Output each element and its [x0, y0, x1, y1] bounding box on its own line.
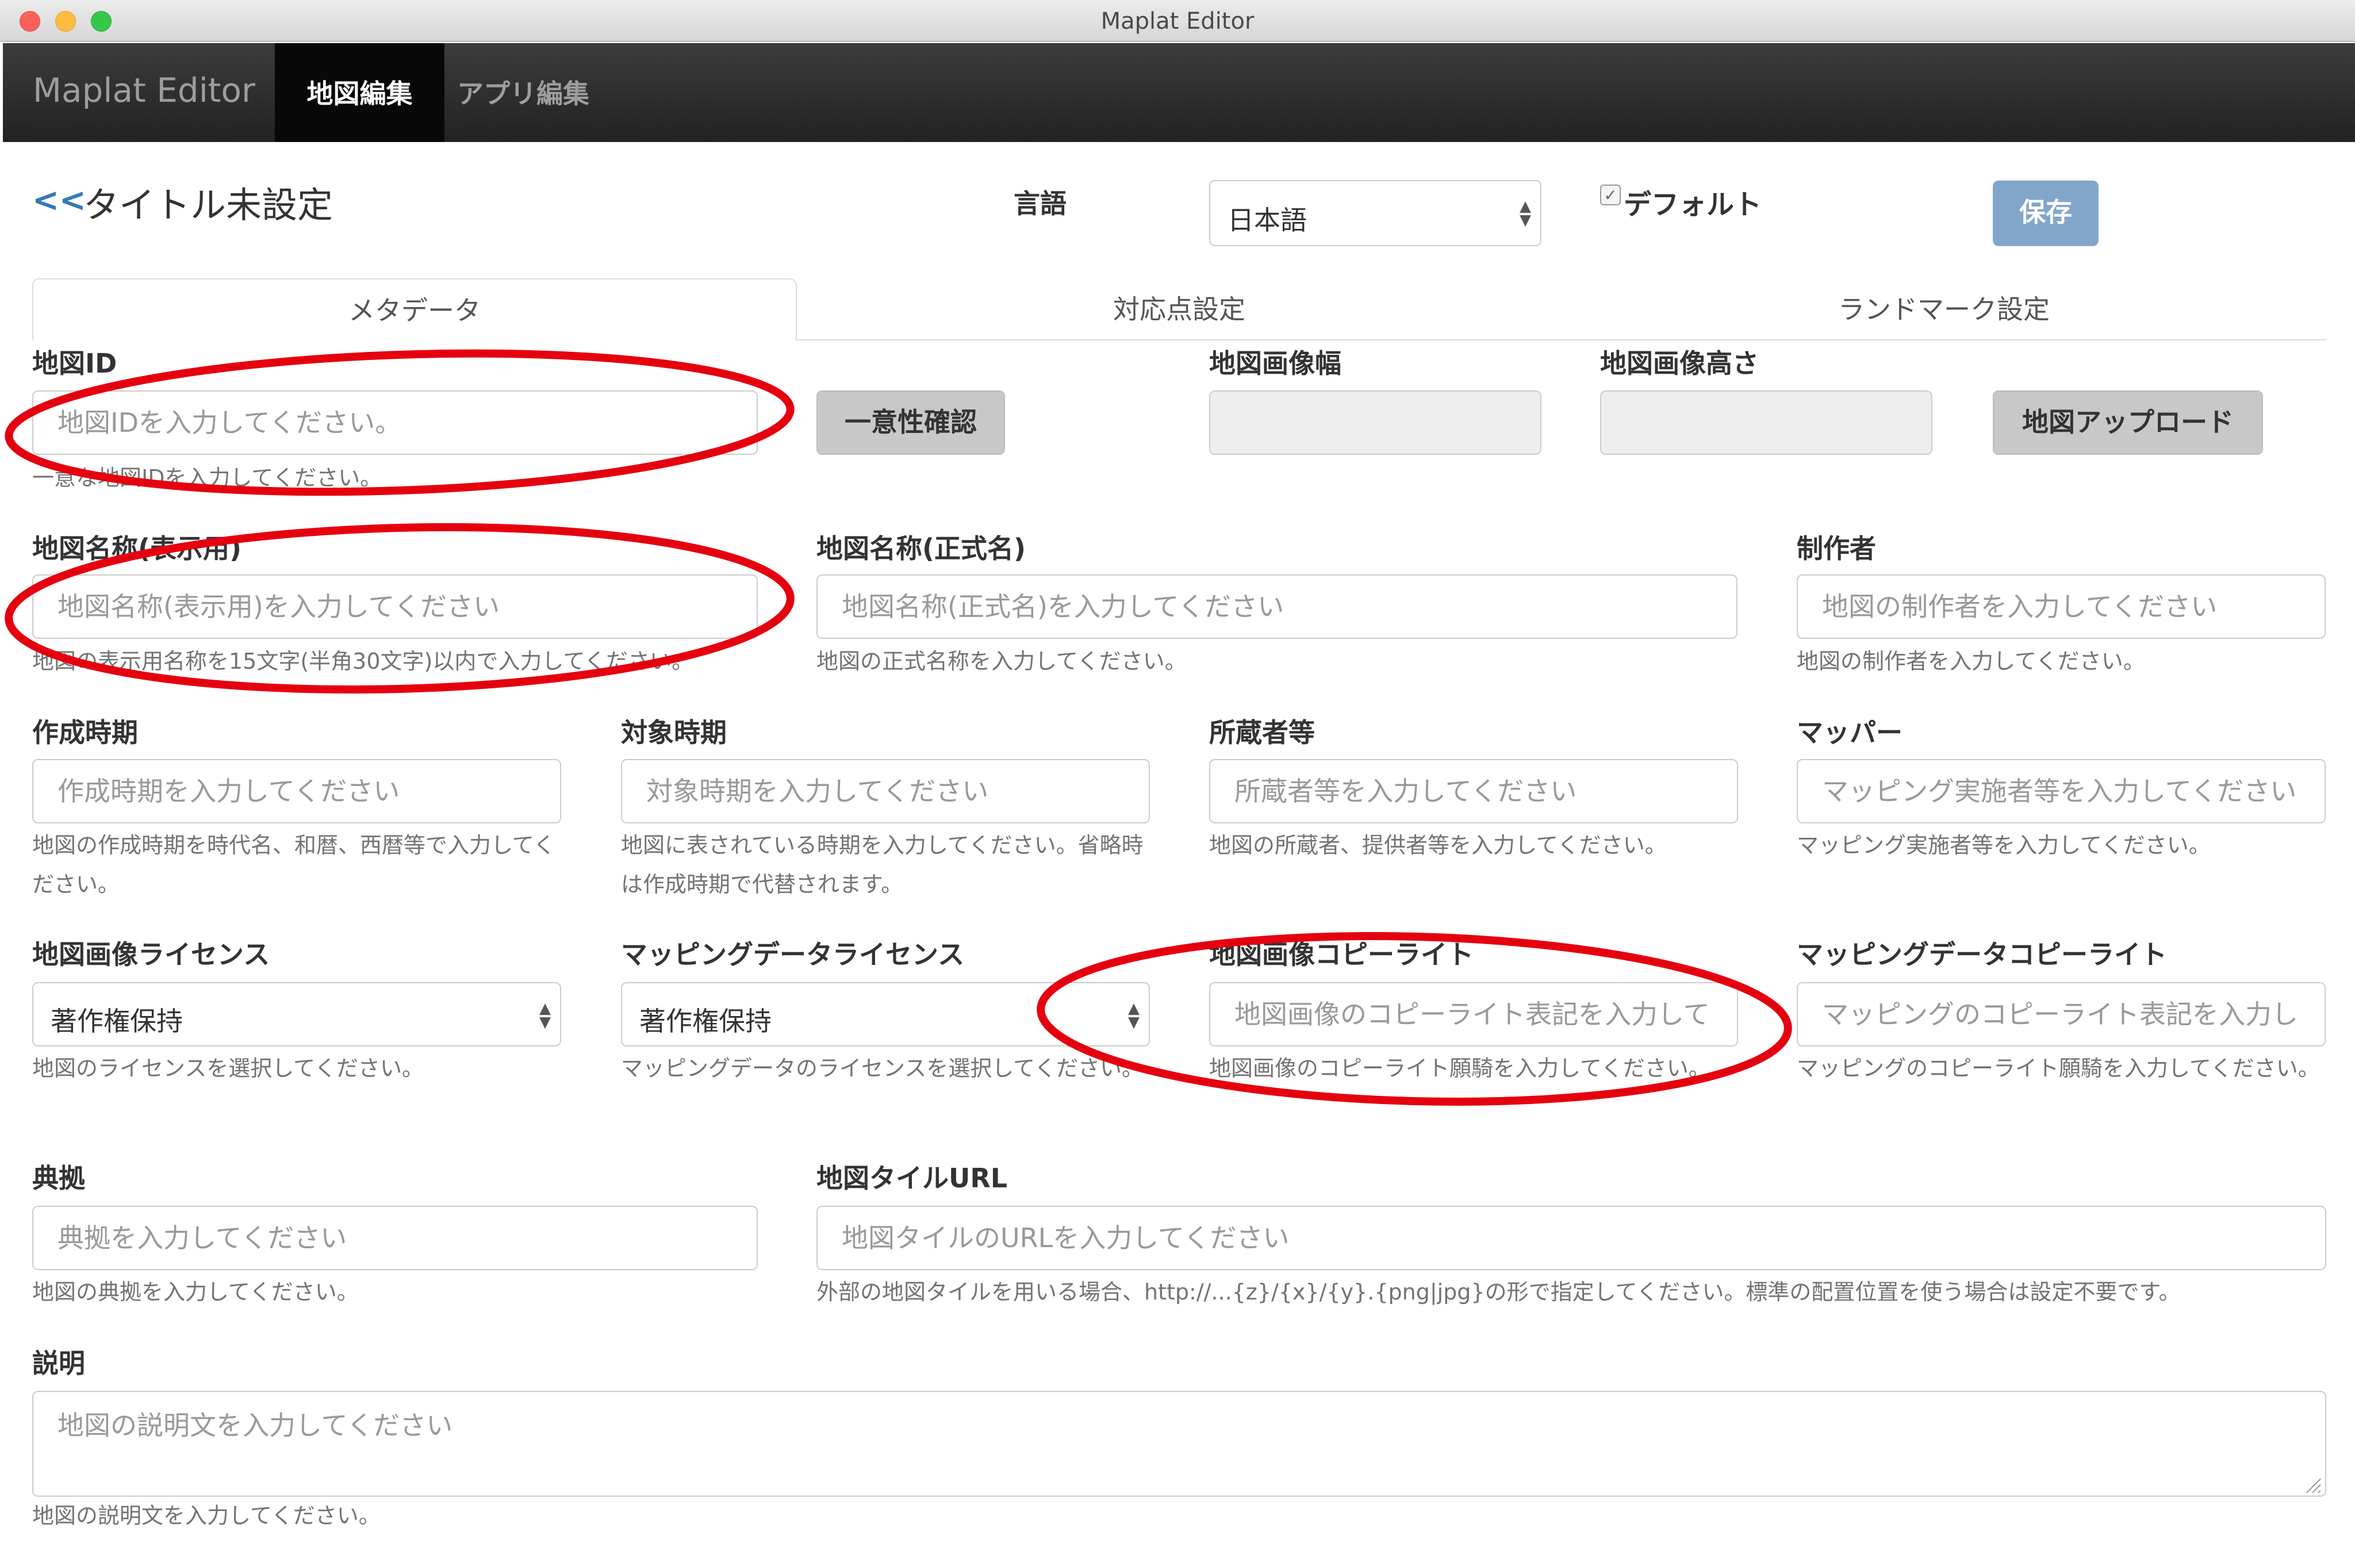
default-label: デフォルト	[1624, 189, 1762, 221]
mapper-help: マッピング実施者等を入力してください。	[1797, 833, 2211, 858]
image-license-help: 地図のライセンスを選択してください。	[32, 1056, 424, 1081]
unique-check-button[interactable]: 一意性確認	[816, 390, 1005, 455]
display-name-input[interactable]: 地図名称(表示用)を入力してください	[32, 574, 758, 639]
data-license-select[interactable]: 著作権保持 ▲ ▼	[621, 982, 1150, 1046]
map-id-label: 地図ID	[32, 348, 117, 379]
select-arrows-icon: ▲ ▼	[1520, 198, 1531, 229]
mapper-input[interactable]: マッピング実施者等を入力してください	[1797, 759, 2326, 823]
map-id-input[interactable]: 地図IDを入力してください。	[32, 390, 758, 455]
era-label: 対象時期	[621, 717, 727, 748]
tab-landmark-settings[interactable]: ランドマーク設定	[1562, 278, 2326, 340]
image-height-label: 地図画像高さ	[1600, 348, 1759, 379]
created-at-label: 作成時期	[32, 717, 138, 748]
save-button[interactable]: 保存	[1993, 181, 2099, 246]
data-copyright-help: マッピングのコピーライト願騎を入力してください。	[1797, 1056, 2320, 1081]
map-upload-button[interactable]: 地図アップロード	[1993, 390, 2263, 455]
description-label: 説明	[32, 1348, 85, 1379]
owner-input[interactable]: 所蔵者等を入力してください	[1209, 759, 1738, 823]
tab-divider	[797, 339, 2326, 340]
nav-item-label: 地図編集	[306, 78, 413, 109]
era-input[interactable]: 対象時期を入力してください	[621, 759, 1150, 823]
data-license-help: マッピングデータのライセンスを選択してください。	[621, 1056, 1144, 1081]
tile-url-help: 外部の地図タイルを用いる場合、http://...{z}/{x}/{y}.{pn…	[816, 1279, 2181, 1305]
map-id-help: 一意な地図IDを入力してください。	[32, 465, 382, 490]
official-name-input[interactable]: 地図名称(正式名)を入力してください	[816, 574, 1738, 639]
tab-gcp-settings[interactable]: 対応点設定	[797, 278, 1562, 340]
select-arrows-icon: ▲ ▼	[1128, 1000, 1140, 1031]
owner-help: 地図の所蔵者、提供者等を入力してください。	[1209, 833, 1667, 858]
description-textarea[interactable]: 地図の説明文を入力してください	[32, 1391, 2326, 1497]
nav-item-app-edit[interactable]: アプリ編集	[457, 73, 589, 111]
image-width-label: 地図画像幅	[1209, 348, 1341, 379]
tab-metadata[interactable]: メタデータ	[32, 278, 797, 340]
display-name-label: 地図名称(表示用)	[32, 533, 242, 564]
language-label: 言語	[1014, 188, 1067, 219]
data-copyright-label: マッピングデータコピーライト	[1797, 939, 2167, 970]
image-license-label: 地図画像ライセンス	[32, 939, 270, 970]
nav-item-map-edit[interactable]: 地図編集	[275, 43, 444, 142]
created-at-help: 地図の作成時期を時代名、和暦、西暦等で入力してください。	[32, 833, 555, 897]
image-height-input[interactable]	[1600, 390, 1932, 455]
tile-url-label: 地図タイルURL	[816, 1163, 1008, 1194]
image-license-select[interactable]: 著作権保持 ▲ ▼	[32, 982, 561, 1046]
image-width-input[interactable]	[1209, 390, 1541, 455]
author-label: 制作者	[1797, 533, 1876, 564]
image-license-value: 著作権保持	[51, 1006, 183, 1037]
tile-url-input[interactable]: 地図タイルのURLを入力してください	[816, 1206, 2326, 1270]
source-input[interactable]: 典拠を入力してください	[32, 1206, 758, 1270]
select-arrows-icon: ▲ ▼	[539, 1000, 551, 1031]
navbar: Maplat Editor 地図編集 アプリ編集	[3, 43, 2355, 142]
source-help: 地図の典拠を入力してください。	[32, 1279, 359, 1305]
language-select-value: 日本語	[1228, 205, 1307, 236]
image-copyright-label: 地図画像コピーライト	[1209, 939, 1474, 970]
image-copyright-help: 地図画像のコピーライト願騎を入力してください。	[1209, 1056, 1710, 1081]
era-help: 地図に表されている時期を入力してください。省略時は作成時期で代替されます。	[621, 833, 1144, 897]
back-link[interactable]: <<	[32, 182, 86, 219]
display-name-help: 地図の表示用名称を15文字(半角30文字)以内で入力してください。	[32, 649, 694, 674]
data-copyright-input[interactable]: マッピングのコピーライト表記を入力し	[1797, 982, 2326, 1046]
description-help: 地図の説明文を入力してください。	[32, 1503, 381, 1528]
page-title: タイトル未設定	[83, 184, 333, 226]
created-at-input[interactable]: 作成時期を入力してください	[32, 759, 561, 823]
resize-handle-icon[interactable]	[2304, 1477, 2322, 1494]
author-help: 地図の制作者を入力してください。	[1797, 649, 2145, 674]
default-checkbox[interactable]: ✓	[1600, 185, 1621, 205]
source-label: 典拠	[32, 1163, 85, 1194]
window-titlebar: Maplat Editor	[0, 0, 2355, 42]
official-name-help: 地図の正式名称を入力してください。	[816, 649, 1187, 674]
language-select[interactable]: 日本語 ▲ ▼	[1209, 180, 1541, 246]
owner-label: 所蔵者等	[1209, 717, 1315, 748]
navbar-brand[interactable]: Maplat Editor	[33, 71, 255, 110]
window-title: Maplat Editor	[1100, 8, 1255, 34]
official-name-label: 地図名称(正式名)	[816, 533, 1026, 564]
author-input[interactable]: 地図の制作者を入力してください	[1797, 574, 2326, 639]
image-copyright-input[interactable]: 地図画像のコピーライト表記を入力して	[1209, 982, 1738, 1046]
data-license-label: マッピングデータライセンス	[621, 939, 965, 970]
data-license-value: 著作権保持	[639, 1006, 772, 1037]
mapper-label: マッパー	[1797, 717, 1903, 748]
